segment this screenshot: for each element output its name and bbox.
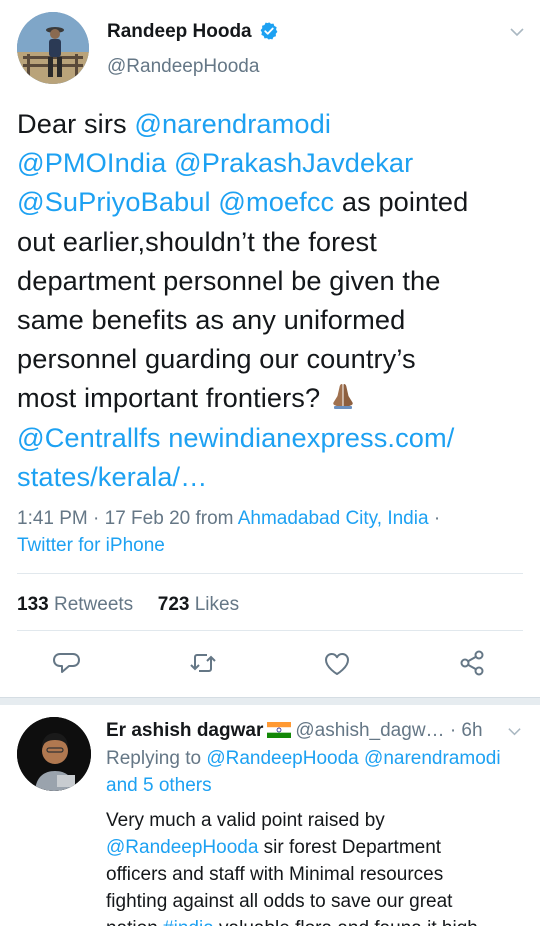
text-line: out earlier,shouldn’t the forest — [17, 225, 377, 257]
mention-link[interactable]: @RandeepHooda — [206, 748, 358, 769]
folded-hands-emoji — [333, 384, 353, 410]
url-link[interactable]: states/kerala/… — [17, 457, 527, 496]
verified-badge-icon — [260, 22, 278, 40]
tweet-actions — [0, 648, 540, 688]
text-line: personnel guarding our country’s — [17, 343, 416, 375]
reply-author-avatar[interactable] — [17, 717, 91, 791]
mention-link[interactable]: @narendramodi — [134, 108, 331, 139]
text-segment: most important frontiers? — [17, 382, 328, 414]
author-avatar[interactable] — [17, 12, 89, 84]
text-segment: as pointed — [334, 186, 469, 218]
text-segment: valuable flora and fauna it high — [214, 918, 478, 926]
divider — [17, 630, 523, 631]
retweets-label: Retweets — [48, 594, 134, 615]
text-line: same benefits as any uniformed — [17, 304, 406, 336]
likes-stat[interactable]: 723 Likes — [158, 594, 239, 615]
text-line: department personnel be given the — [17, 264, 441, 296]
mention-link[interactable]: @RandeepHooda — [106, 837, 258, 858]
section-separator — [0, 697, 540, 705]
reply-author-name[interactable]: Er ashish dagwar — [106, 720, 263, 741]
tweet-meta: 1:41 PM · 17 Feb 20 from Ahmadabad City,… — [17, 505, 527, 559]
source-link[interactable]: Twitter for iPhone — [17, 532, 527, 559]
mention-link[interactable]: @PrakashJavdekar — [174, 147, 413, 178]
retweets-stat[interactable]: 133 Retweets — [17, 594, 133, 615]
url-link[interactable]: newindianexpress.com/ — [168, 422, 454, 453]
reply-author-handle[interactable]: @ashish_dagw… — [295, 720, 444, 741]
divider — [17, 573, 523, 574]
mention-link[interactable]: @narendramodi — [364, 748, 501, 769]
tweet-text: Dear sirs @narendramodi @PMOIndia @Praka… — [17, 104, 527, 496]
tweet-header: Randeep Hooda @RandeepHooda — [17, 12, 527, 86]
retweets-count: 133 — [17, 594, 49, 615]
tweet-stats: 133 Retweets 723 Likes — [17, 594, 239, 616]
mention-link[interactable]: @moefcc — [218, 186, 334, 217]
india-flag-icon — [267, 722, 292, 738]
share-icon[interactable] — [457, 648, 487, 678]
text-segment: sir forest Department — [258, 837, 442, 858]
others-link[interactable]: and 5 others — [106, 772, 526, 799]
retweet-icon[interactable] — [188, 648, 218, 678]
author-name[interactable]: Randeep Hooda — [107, 21, 252, 43]
chevron-down-icon[interactable] — [507, 724, 522, 739]
text-line: Very much a valid point raised by — [106, 810, 385, 831]
reply-time: · 6h — [444, 720, 483, 741]
author-handle[interactable]: @RandeepHooda — [107, 56, 259, 78]
text-line: officers and staff with Minimal resource… — [106, 864, 444, 885]
chevron-down-icon[interactable] — [509, 24, 525, 40]
text-segment — [166, 147, 174, 178]
replying-prefix: Replying to — [106, 748, 207, 769]
location-link[interactable]: Ahmadabad City, India — [238, 508, 429, 529]
replying-to: Replying to @RandeepHooda @narendramodi … — [106, 745, 526, 799]
mention-link[interactable]: @Centrallfs — [17, 422, 161, 453]
timestamp: 1:41 PM · 17 Feb 20 from — [17, 508, 238, 529]
text-line: fighting against all odds to save our gr… — [106, 891, 453, 912]
mention-link[interactable]: @PMOIndia — [17, 147, 166, 178]
like-icon[interactable] — [322, 648, 352, 678]
text-segment: nation — [106, 918, 163, 926]
hashtag-link[interactable]: #india — [163, 918, 214, 926]
reply-icon[interactable] — [52, 648, 82, 678]
mention-link[interactable]: @SuPriyoBabul — [17, 186, 211, 217]
text-segment: Dear sirs — [17, 108, 135, 139]
likes-label: Likes — [189, 594, 240, 615]
separator-dot: · — [428, 508, 441, 529]
reply-text: Very much a valid point raised by @Rande… — [106, 807, 526, 926]
reply-tweet[interactable]: Er ashish dagwar @ashish_dagw… · 6h Repl… — [106, 718, 526, 926]
likes-count: 723 — [157, 594, 190, 615]
